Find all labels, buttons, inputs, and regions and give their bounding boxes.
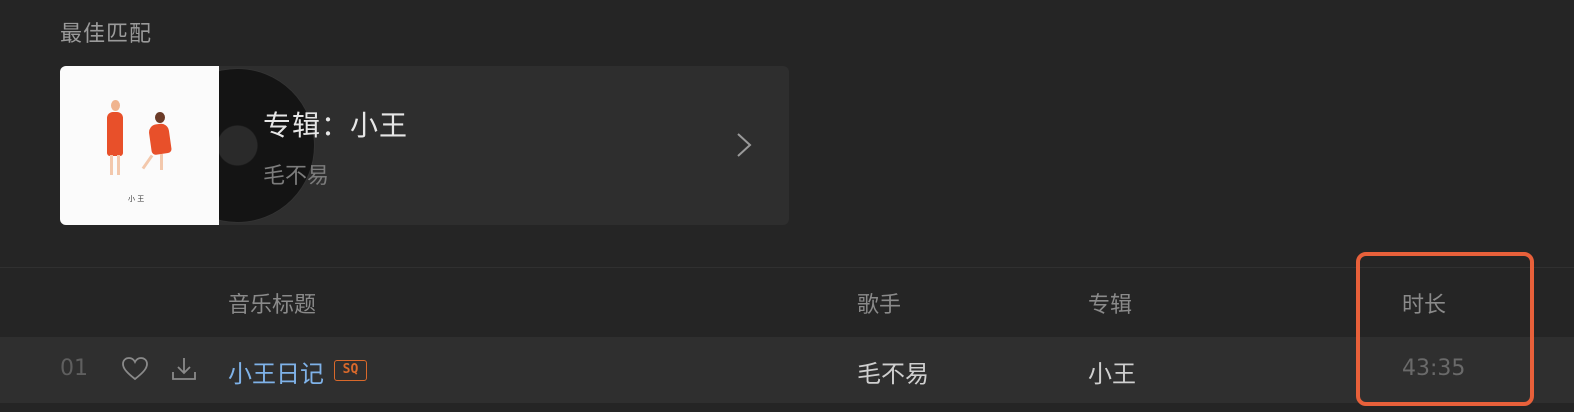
column-header-album[interactable]: 专辑 [1088,287,1132,319]
row-artist-link[interactable]: 毛不易 [857,354,929,389]
row-album-link[interactable]: 小王 [1088,354,1136,389]
section-title-best-match: 最佳匹配 [60,22,153,47]
section-divider [0,267,1574,268]
annotation-highlight-box [1356,252,1534,406]
album-cover: 小 王 [60,66,219,225]
chevron-right-icon[interactable] [728,130,758,160]
song-title-link[interactable]: 小王日记 [228,354,324,389]
album-card-artist: 毛不易 [263,164,330,189]
search-results-view: 最佳匹配 小 王 专辑：小王 毛不易 音乐标题 歌手 专辑 时长 01 小王日记… [0,0,1574,412]
column-header-artist[interactable]: 歌手 [857,287,901,319]
album-cover-mark: 小 王 [128,195,145,203]
heart-icon[interactable] [120,354,150,384]
best-match-album-card[interactable]: 小 王 专辑：小王 毛不易 [60,66,789,225]
album-card-title: 专辑：小王 [263,109,409,142]
download-icon[interactable] [169,354,199,384]
row-index: 01 [60,356,88,381]
column-header-title[interactable]: 音乐标题 [228,287,316,319]
quality-badge-sq: SQ [334,360,367,381]
